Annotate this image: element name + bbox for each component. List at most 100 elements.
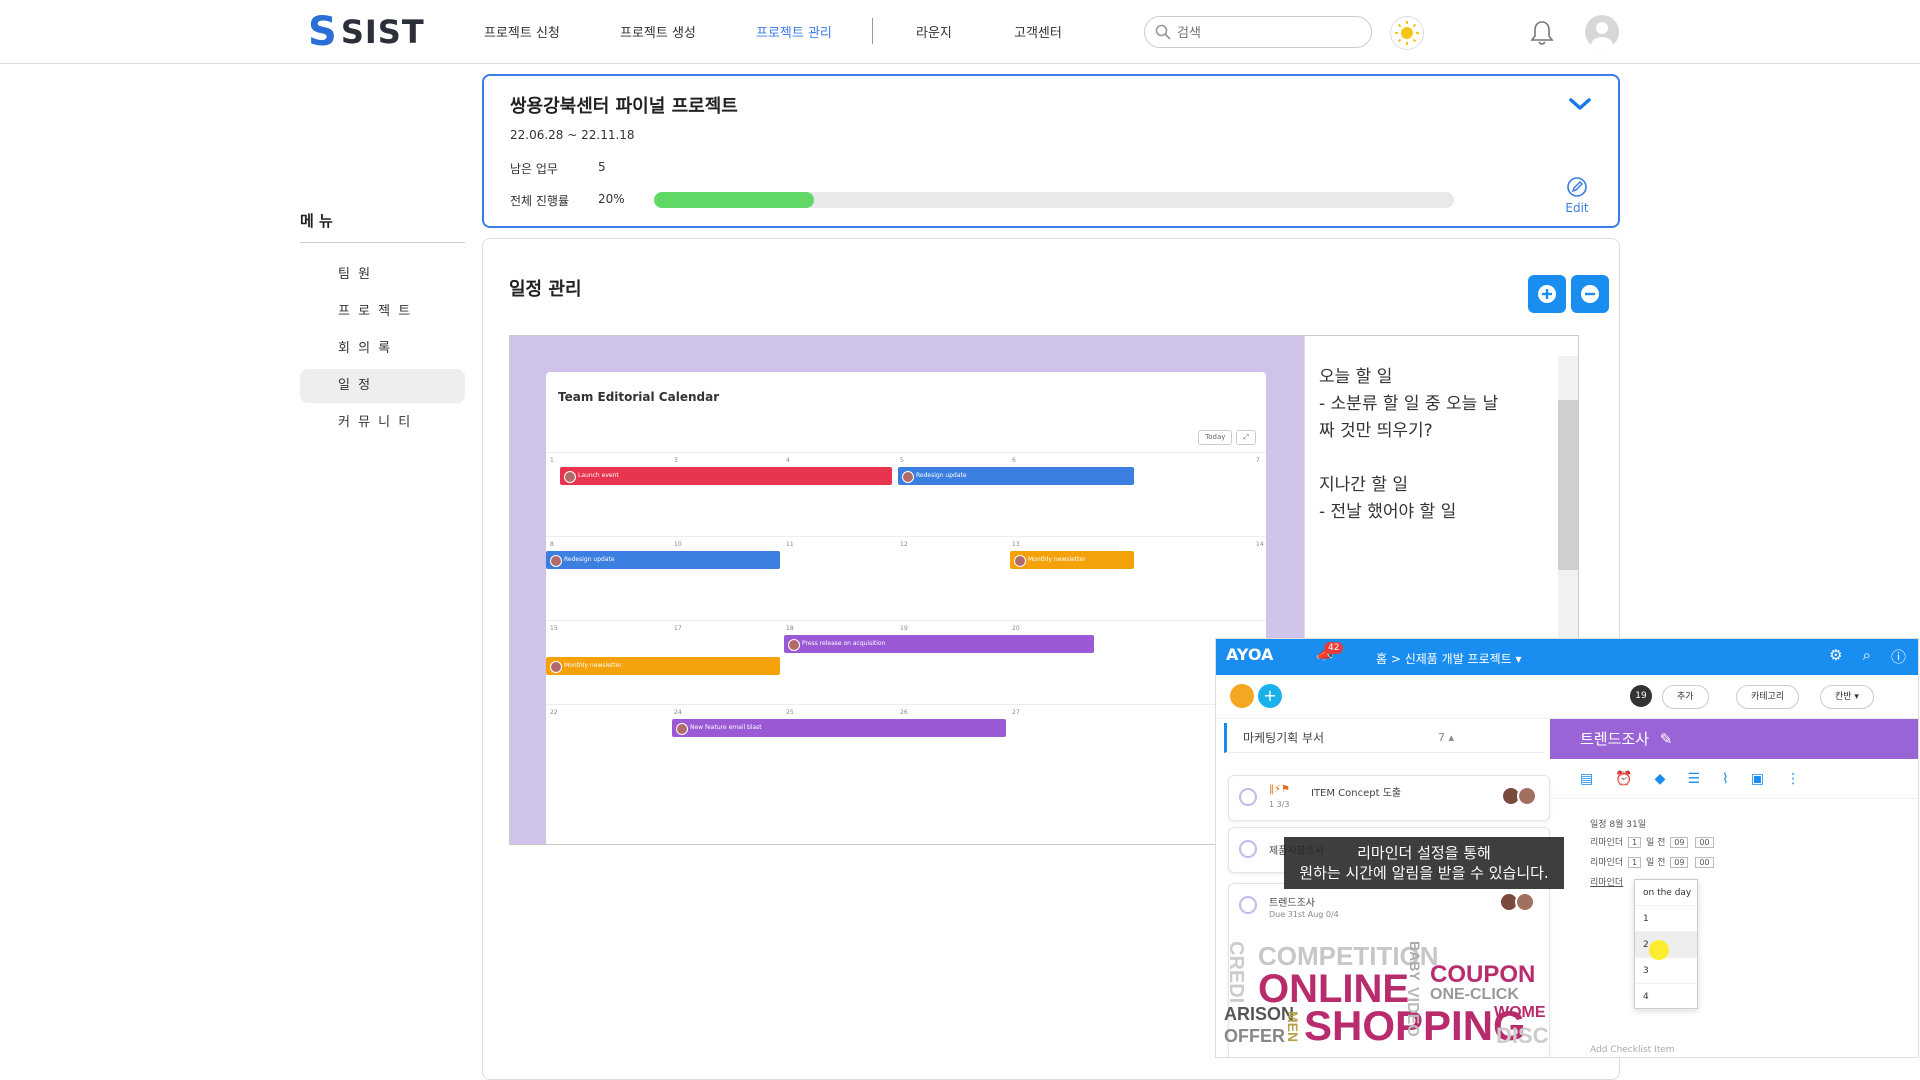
dropdown-option-selected[interactable]: 2 xyxy=(1635,932,1697,960)
user-avatar[interactable] xyxy=(1585,15,1619,49)
dropdown-option[interactable]: 3 xyxy=(1635,958,1697,984)
priority-flag-icon: ‖⚡⚑ xyxy=(1269,784,1290,795)
word: COUPON xyxy=(1430,961,1536,988)
logo-text: SIST xyxy=(340,13,425,51)
reminder-hour-select[interactable]: 09 xyxy=(1670,857,1689,868)
alarm-icon[interactable]: ⏰ xyxy=(1615,771,1632,787)
calendar-event[interactable]: Redesign update xyxy=(546,551,780,569)
edit-button[interactable]: Edit xyxy=(1562,176,1592,215)
calendar-today-button[interactable]: Today xyxy=(1198,430,1233,445)
nav-project-apply[interactable]: 프로젝트 신청 xyxy=(484,22,560,41)
ayoa-top-bar: AYOA 📣 42 홈 > 신제품 개발 프로젝트 ▾ ⚙ ⌕ ⓘ xyxy=(1216,639,1918,675)
day-number: 10 xyxy=(674,541,682,548)
reminder-row: 리마인더 1 일 전 09 00 xyxy=(1590,835,1716,848)
more-icon[interactable]: ⋮ xyxy=(1786,771,1800,787)
check-circle-icon[interactable] xyxy=(1239,840,1257,858)
progress-label: 전체 진행률 xyxy=(510,194,570,208)
nav-lounge[interactable]: 라운지 xyxy=(916,22,952,41)
task-detail-toolbar: ▤ ⏰ ◆ ☰ ⌇ ▣ ⋮ xyxy=(1550,759,1918,799)
calendar-event[interactable]: Launch event xyxy=(560,467,892,485)
ayoa-app-preview: AYOA 📣 42 홈 > 신제품 개발 프로젝트 ▾ ⚙ ⌕ ⓘ + 19 추… xyxy=(1215,638,1919,1058)
add-member-button[interactable]: 추가 xyxy=(1662,685,1709,709)
calendar-expand-icon[interactable]: ⤢ xyxy=(1236,430,1256,445)
search-box[interactable] xyxy=(1144,16,1372,48)
reminder-hour-select[interactable]: 09 xyxy=(1670,837,1689,848)
sist-logo[interactable]: S SIST xyxy=(308,9,425,55)
word: BABY xyxy=(1407,941,1423,981)
nav-customer-center[interactable]: 고객센터 xyxy=(1014,22,1062,41)
calendar-event[interactable]: Press release on acquisition xyxy=(784,635,1094,653)
sidebar-item-community[interactable]: 커 뮤 니 티 xyxy=(300,406,465,440)
project-dates: 22.06.28 ~ 22.11.18 xyxy=(510,128,635,142)
chevron-down-icon[interactable] xyxy=(1568,94,1592,114)
calendar-week-row: 22 24 25 26 27 New feature email blast xyxy=(546,704,1266,808)
task-card[interactable]: ‖⚡⚑ ITEM Concept 도출 1 3/3 xyxy=(1228,775,1550,821)
theme-toggle-button[interactable] xyxy=(1390,16,1424,50)
day-number: 7 xyxy=(1256,457,1260,464)
column-count[interactable]: 7 ▴ xyxy=(1438,723,1454,753)
day-number: 4 xyxy=(786,457,790,464)
reminder-day-select[interactable]: 1 xyxy=(1628,857,1642,868)
search-icon xyxy=(1155,24,1171,40)
reminder-minute-select[interactable]: 00 xyxy=(1695,857,1714,868)
kanban-column-header: 마케팅기획 부서 7 ▴ xyxy=(1224,723,1544,753)
add-checklist-item[interactable]: Add Checklist Item xyxy=(1590,1045,1675,1055)
calendar-event[interactable]: Monthly newsletter xyxy=(546,657,780,675)
calendar-title: Team Editorial Calendar xyxy=(558,390,720,404)
orange-circle-icon[interactable] xyxy=(1230,684,1254,708)
checklist-icon[interactable]: ☰ xyxy=(1687,771,1700,787)
calendar-event[interactable]: Redesign update xyxy=(898,467,1134,485)
kanban-button[interactable]: 칸반 ▾ xyxy=(1820,685,1874,709)
ayoa-breadcrumb[interactable]: 홈 > 신제품 개발 프로젝트 ▾ xyxy=(1376,650,1522,667)
attachment-icon[interactable]: ⌇ xyxy=(1722,771,1729,787)
gear-icon[interactable]: ⚙ xyxy=(1829,646,1842,667)
reminder-day-dropdown[interactable]: on the day 1 2 3 4 xyxy=(1634,879,1698,1010)
add-circle-icon[interactable]: + xyxy=(1258,684,1282,708)
minus-circle-icon xyxy=(1581,285,1599,303)
search-icon[interactable]: ⌕ xyxy=(1863,646,1871,667)
add-reminder-link[interactable]: 리마인더 xyxy=(1590,875,1623,888)
sidebar-item-project[interactable]: 프 로 젝 트 xyxy=(300,295,465,329)
image-icon[interactable]: ▣ xyxy=(1751,771,1764,787)
help-icon[interactable]: ⓘ xyxy=(1891,646,1906,667)
edit-icon xyxy=(1567,177,1587,197)
sidebar-item-minutes[interactable]: 회 의 록 xyxy=(300,332,465,366)
sidebar-title: 메 뉴 xyxy=(300,212,333,230)
dropdown-option[interactable]: 1 xyxy=(1635,906,1697,932)
check-circle-icon[interactable] xyxy=(1239,788,1257,806)
dropdown-option[interactable]: on the day xyxy=(1635,880,1697,906)
category-button[interactable]: 카테고리 xyxy=(1736,685,1800,709)
word: ONE-CLICK xyxy=(1430,986,1519,1003)
task-meta: Due 31st Aug 0/4 xyxy=(1269,910,1339,919)
notes-icon[interactable]: ▤ xyxy=(1580,771,1593,787)
task-detail-header: 트렌드조사 ✎ xyxy=(1550,719,1918,759)
calendar-event[interactable]: Monthly newsletter xyxy=(1010,551,1134,569)
sidebar-item-schedule[interactable]: 일 정 xyxy=(300,369,465,403)
notification-bell-icon[interactable] xyxy=(1530,20,1554,46)
word: CREDI xyxy=(1225,941,1247,1004)
reminder-minute-select[interactable]: 00 xyxy=(1695,837,1714,848)
reminder-day-select[interactable]: 1 xyxy=(1628,837,1642,848)
logo-s-mark: S xyxy=(308,9,337,55)
add-schedule-button[interactable] xyxy=(1528,275,1566,313)
todo-scrollbar-thumb[interactable] xyxy=(1558,400,1578,570)
day-number: 19 xyxy=(900,625,908,632)
remove-schedule-button[interactable] xyxy=(1571,275,1609,313)
check-circle-icon[interactable] xyxy=(1239,896,1257,914)
day-number: 5 xyxy=(900,457,904,464)
nav-project-manage[interactable]: 프로젝트 관리 xyxy=(756,22,832,41)
sidebar-item-team[interactable]: 팀 원 xyxy=(300,258,465,292)
calendar-event[interactable]: New feature email blast xyxy=(672,719,1006,737)
pencil-icon[interactable]: ✎ xyxy=(1660,730,1673,748)
nav-project-create[interactable]: 프로젝트 생성 xyxy=(620,22,696,41)
dropdown-option[interactable]: 4 xyxy=(1635,984,1697,1010)
calendar-background: Team Editorial Calendar Today ⤢ 1 3 4 5 … xyxy=(510,336,1304,844)
day-number: 17 xyxy=(674,625,682,632)
day-number: 12 xyxy=(900,541,908,548)
search-input[interactable] xyxy=(1177,24,1357,40)
task-detail-title: 트렌드조사 xyxy=(1580,730,1650,748)
remaining-tasks-value: 5 xyxy=(598,160,606,174)
tag-icon[interactable]: ◆ xyxy=(1655,771,1666,787)
notification-count-badge: 42 xyxy=(1324,642,1344,654)
day-number: 26 xyxy=(900,709,908,716)
